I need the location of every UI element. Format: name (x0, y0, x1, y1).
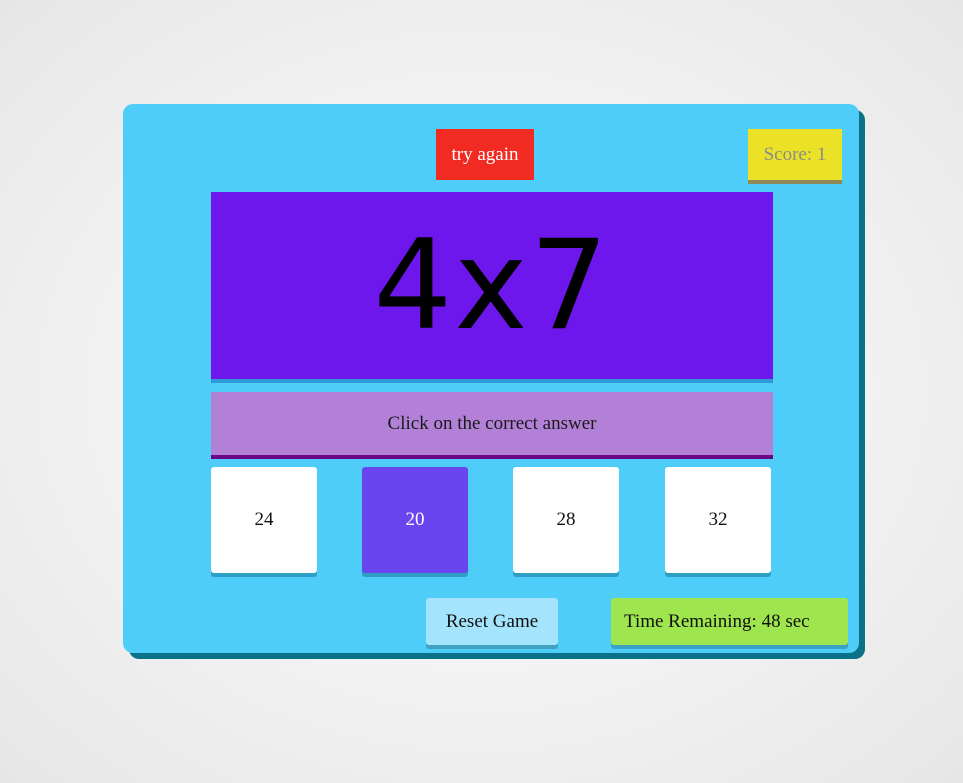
score-label: Score: (763, 143, 817, 165)
score-value: 1 (816, 143, 827, 165)
answer-choice-2[interactable]: 20 (362, 467, 468, 573)
reset-game-button[interactable]: Reset Game (426, 598, 558, 645)
answer-choice-1[interactable]: 24 (211, 467, 317, 573)
answer-choice-label: 20 (405, 509, 425, 530)
time-label: Time Remaining: (624, 610, 762, 632)
instruction-text: Click on the correct answer (387, 412, 597, 434)
instruction-banner: Click on the correct answer (211, 392, 773, 459)
feedback-message: try again (436, 129, 534, 180)
answer-choice-4[interactable]: 32 (665, 467, 771, 573)
reset-game-label: Reset Game (445, 610, 539, 632)
question-text: 4x7 (373, 213, 611, 358)
answer-choice-3[interactable]: 28 (513, 467, 619, 573)
answer-choice-label: 24 (254, 509, 274, 530)
time-value: 48 (761, 610, 781, 632)
time-remaining-display: Time Remaining: 48 sec (611, 598, 848, 645)
answer-choice-label: 32 (708, 509, 728, 530)
score-display: Score: 1 (748, 129, 842, 180)
time-unit: sec (780, 610, 810, 632)
answer-choice-label: 28 (556, 509, 576, 530)
game-container: try again Score: 1 4x7 Click on the corr… (123, 104, 859, 653)
feedback-text: try again (451, 143, 519, 165)
question-display: 4x7 (211, 192, 773, 379)
